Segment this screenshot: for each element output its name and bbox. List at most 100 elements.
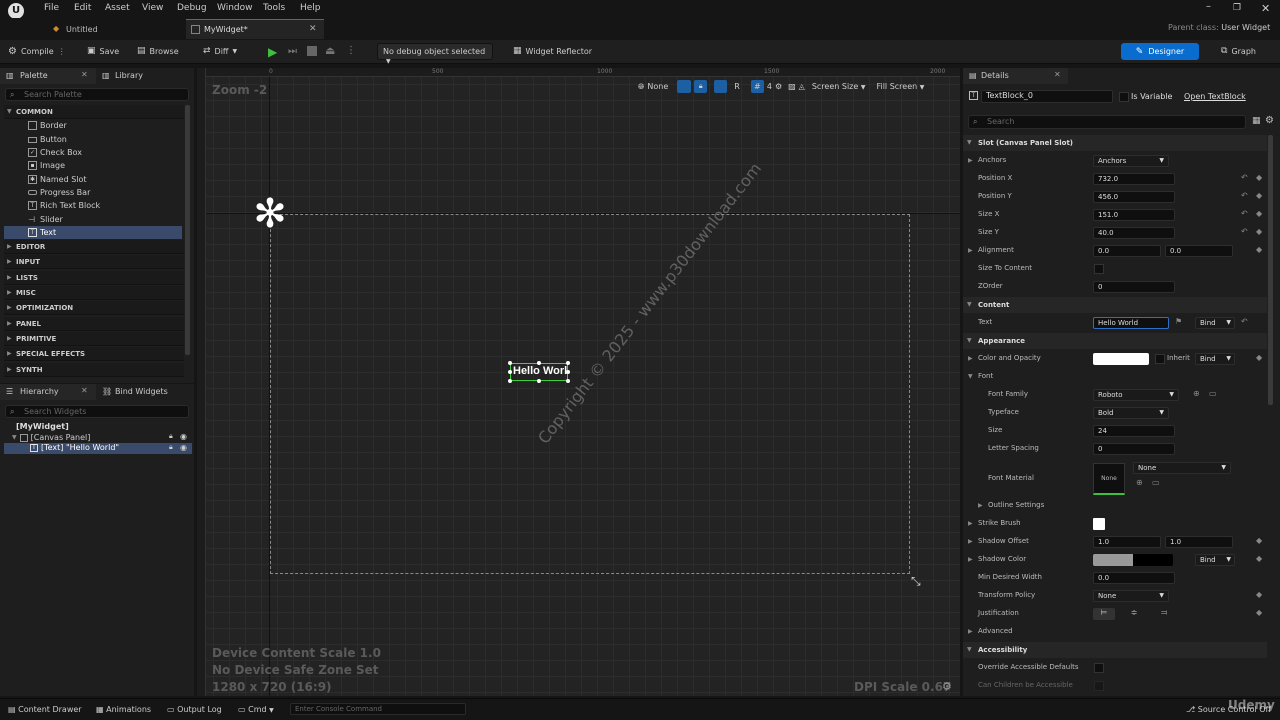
palette-item-border[interactable]: Border — [28, 119, 67, 132]
typeface-dropdown[interactable]: Bold ▼ — [1093, 407, 1169, 419]
compile-options-icon[interactable]: ⋮ — [58, 47, 66, 56]
chevron-right-icon[interactable]: ▶ — [968, 355, 973, 362]
text-bind-dropdown[interactable]: Bind ▼ — [1195, 317, 1235, 329]
tab-untitled[interactable]: ◆ Untitled — [48, 19, 183, 39]
respect-locks-toggle[interactable]: R — [734, 82, 740, 91]
palette-category-misc[interactable]: ▶ MISC — [4, 286, 184, 300]
chevron-right-icon[interactable]: ▶ — [978, 502, 983, 509]
palette-category-input[interactable]: ▶ INPUT — [4, 255, 184, 269]
menu-window[interactable]: Window — [217, 3, 253, 13]
library-tab[interactable]: ▥ Library — [98, 68, 194, 84]
keyframe-icon[interactable]: ◆ — [1256, 209, 1262, 218]
canvas-resize-handle-icon[interactable]: ⤡ — [911, 574, 921, 589]
justify-right-button[interactable]: ⫤ — [1153, 608, 1175, 620]
localization-flag-icon[interactable]: ⚑ — [1175, 317, 1182, 326]
details-scrollbar[interactable] — [1268, 135, 1273, 405]
animations-button[interactable]: ▦ Animations — [96, 705, 151, 714]
output-log-button[interactable]: ▭ Output Log — [167, 705, 222, 714]
keyframe-icon[interactable]: ◆ — [1256, 245, 1262, 254]
keyframe-icon[interactable]: ◆ — [1256, 590, 1262, 599]
selection-handle[interactable] — [566, 379, 570, 383]
shadow-offset-y-field[interactable]: 1.0 — [1165, 536, 1233, 548]
browse-button[interactable]: ▤ Browse — [137, 46, 179, 56]
palette-category-optimization[interactable]: ▶ OPTIMIZATION — [4, 301, 184, 315]
reset-arrow-icon[interactable]: ↶ — [1241, 191, 1248, 200]
menu-edit[interactable]: Edit — [74, 3, 91, 13]
anchor-medallion-icon[interactable]: ✻ — [249, 193, 291, 235]
palette-scrollbar[interactable] — [185, 105, 190, 355]
browse-asset-icon[interactable]: ⊕ — [1193, 389, 1200, 398]
size-x-field[interactable]: 151.0 — [1093, 209, 1175, 221]
close-window-icon[interactable]: ✕ — [1261, 2, 1270, 15]
restore-icon[interactable]: ❐ — [1233, 3, 1241, 13]
designer-viewport[interactable]: 0 500 1000 1500 2000 Zoom -2 🌐︎ None 🔒︎ … — [197, 68, 960, 696]
details-search-input[interactable]: ⌕ Search — [968, 115, 1246, 129]
selection-handle[interactable] — [537, 361, 541, 365]
palette-category-editor[interactable]: ▶ EDITOR — [4, 240, 184, 254]
selection-handle[interactable] — [508, 370, 512, 374]
hierarchy-text-item[interactable]: T [Text] "Hello World" — [30, 443, 119, 452]
designer-mode-button[interactable]: ✎ Designer — [1121, 43, 1199, 60]
keyframe-icon[interactable]: ◆ — [1256, 608, 1262, 617]
selection-handle[interactable] — [566, 370, 570, 374]
image-preview-icon[interactable]: ▨ — [788, 82, 796, 91]
palette-item-button[interactable]: Button — [28, 133, 67, 146]
font-family-dropdown[interactable]: Roboto ▼ — [1093, 389, 1179, 401]
folder-icon[interactable]: ▭ — [1152, 478, 1160, 487]
palette-category-common[interactable]: ▼ COMMON — [4, 105, 184, 119]
play-options-icon[interactable]: ⋮ — [346, 45, 356, 56]
console-command-input[interactable]: Enter Console Command — [290, 703, 466, 715]
justify-left-button[interactable]: ⊨ — [1093, 608, 1115, 620]
chevron-right-icon[interactable]: ▶ — [968, 247, 973, 254]
keyframe-icon[interactable]: ◆ — [1256, 191, 1262, 200]
hierarchy-search-input[interactable]: ⌕ Search Widgets — [5, 405, 189, 418]
widget-name-field[interactable]: TextBlock_0 — [981, 90, 1113, 103]
hierarchy-root[interactable]: [MyWidget] — [16, 422, 69, 431]
flipbook-icon[interactable]: ◬ — [799, 82, 805, 91]
close-icon[interactable]: ✕ — [81, 386, 88, 395]
close-icon[interactable]: ✕ — [81, 70, 88, 79]
selection-handle[interactable] — [537, 379, 541, 383]
diff-button[interactable]: ⇄ Diff ▼ — [203, 46, 237, 56]
menu-view[interactable]: View — [142, 3, 163, 13]
fill-screen-dropdown[interactable]: Fill Screen ▼ — [876, 82, 924, 91]
alignment-x-field[interactable]: 0.0 — [1093, 245, 1161, 257]
graph-mode-button[interactable]: ⧉ Graph — [1221, 46, 1256, 56]
accessibility-section-header[interactable]: ▼ Accessibility — [963, 642, 1267, 658]
keyframe-icon[interactable]: ◆ — [1256, 227, 1262, 236]
hello-world-text-widget[interactable]: Hello World — [513, 365, 567, 379]
reset-arrow-icon[interactable]: ↶ — [1241, 173, 1248, 182]
unreal-logo-icon[interactable]: U — [8, 3, 24, 19]
palette-search-input[interactable]: ⌕ Search Palette — [5, 88, 189, 101]
widget-reflector-button[interactable]: ▦ Widget Reflector — [513, 46, 592, 56]
dpi-settings-gear-icon[interactable]: ⚙ — [942, 680, 952, 693]
palette-item-rich-text-block[interactable]: T Rich Text Block — [28, 199, 100, 212]
grid-snap-value[interactable]: 4 — [767, 82, 772, 91]
lock-icon[interactable]: 🔒︎ — [169, 443, 173, 452]
letter-spacing-field[interactable]: 0 — [1093, 443, 1175, 455]
palette-tab[interactable]: ▥ Palette ✕ — [0, 68, 96, 84]
palette-item-text[interactable]: T Text — [28, 226, 56, 239]
chevron-right-icon[interactable]: ▶ — [968, 628, 973, 635]
size-to-content-checkbox[interactable] — [1094, 264, 1104, 274]
palette-category-panel[interactable]: ▶ PANEL — [4, 317, 184, 331]
toggle-icon[interactable] — [677, 80, 692, 93]
reset-arrow-icon[interactable]: ↶ — [1241, 227, 1248, 236]
play-button[interactable]: ▶ — [268, 45, 277, 59]
position-y-field[interactable]: 456.0 — [1093, 191, 1175, 203]
open-textblock-link[interactable]: Open TextBlock — [1184, 92, 1246, 101]
palette-item-progress-bar[interactable]: Progress Bar — [28, 186, 90, 199]
position-x-field[interactable]: 732.0 — [1093, 173, 1175, 185]
keyframe-icon[interactable]: ◆ — [1256, 353, 1262, 362]
folder-icon[interactable]: ▭ — [1209, 389, 1217, 398]
close-icon[interactable]: ✕ — [1054, 70, 1061, 79]
reset-arrow-icon[interactable]: ↶ — [1241, 317, 1248, 326]
anchors-dropdown[interactable]: Anchors ▼ — [1093, 155, 1169, 167]
details-tab[interactable]: ▤ Details ✕ — [963, 68, 1068, 84]
parent-class-value[interactable]: User Widget — [1221, 23, 1270, 32]
color-bind-dropdown[interactable]: Bind ▼ — [1195, 353, 1235, 365]
browse-asset-icon[interactable]: ⊕ — [1136, 478, 1143, 487]
is-variable-checkbox[interactable] — [1119, 92, 1129, 102]
menu-file[interactable]: File — [44, 3, 59, 13]
palette-item-image[interactable]: ▪ Image — [28, 159, 65, 172]
